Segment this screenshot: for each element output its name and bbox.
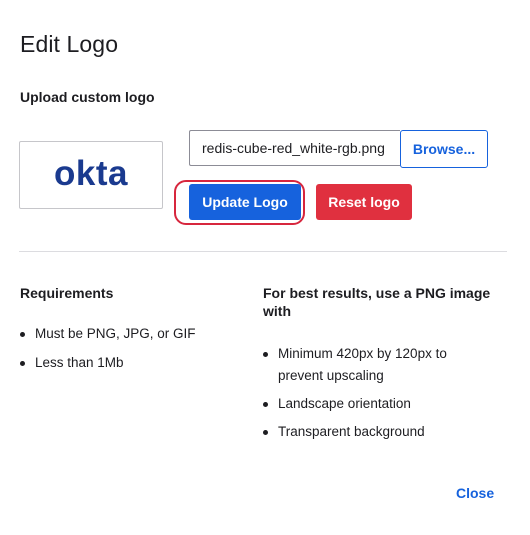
- requirements-list: Must be PNG, JPG, or GIF Less than 1Mb: [20, 323, 230, 381]
- list-item: Landscape orientation: [263, 393, 478, 415]
- list-item: Must be PNG, JPG, or GIF: [20, 323, 230, 345]
- update-logo-button[interactable]: Update Logo: [189, 184, 301, 220]
- close-button[interactable]: Close: [456, 485, 494, 501]
- list-item: Transparent background: [263, 421, 478, 443]
- dialog-title: Edit Logo: [20, 31, 119, 57]
- list-item: Minimum 420px by 120px to prevent upscal…: [263, 343, 478, 387]
- reset-logo-button[interactable]: Reset logo: [316, 184, 412, 220]
- best-results-heading: For best results, use a PNG image with: [263, 285, 491, 319]
- edit-logo-dialog: Edit Logo Upload custom logo okta Browse…: [0, 0, 530, 535]
- divider: [19, 251, 507, 252]
- okta-wordmark: okta: [54, 158, 128, 192]
- best-results-list: Minimum 420px by 120px to prevent upscal…: [263, 343, 478, 449]
- browse-button[interactable]: Browse...: [400, 130, 488, 168]
- current-logo-preview: okta: [19, 141, 163, 209]
- okta-logo: okta: [54, 158, 128, 192]
- list-item: Less than 1Mb: [20, 352, 230, 374]
- requirements-heading: Requirements: [20, 285, 114, 301]
- upload-section-label: Upload custom logo: [20, 89, 155, 105]
- logo-file-input[interactable]: [189, 130, 400, 166]
